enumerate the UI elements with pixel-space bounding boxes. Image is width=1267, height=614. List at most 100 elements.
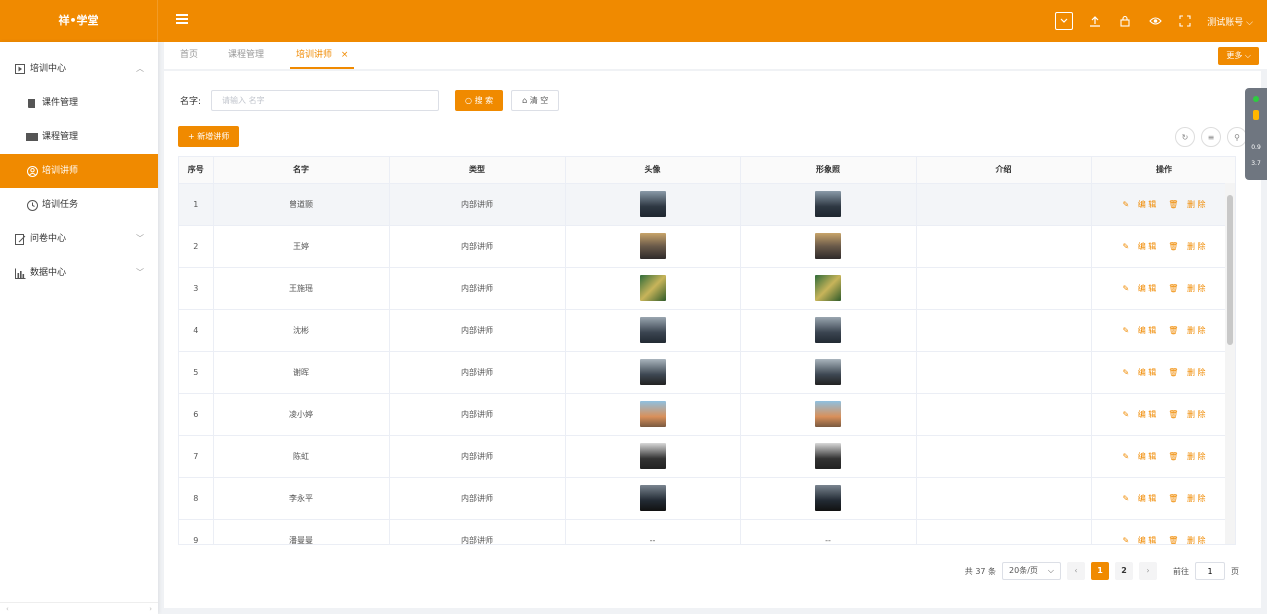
- table-row[interactable]: 3 王施瑶 内部讲师 ✎ 编 辑 🗑 删 除: [179, 267, 1235, 310]
- avatar-image: [639, 317, 666, 343]
- col-header: 介绍: [916, 157, 1092, 184]
- table-row[interactable]: 6 凌小婷 内部讲师 ✎ 编 辑 🗑 删 除: [179, 393, 1235, 436]
- search-button-label: 搜 索: [474, 95, 494, 105]
- page-1-button[interactable]: 1: [1091, 562, 1109, 580]
- table-row[interactable]: 9 潘曼曼 内部讲师 -- -- ✎ 编 辑 🗑 删 除: [179, 519, 1235, 545]
- edit-icon: ✎: [1122, 325, 1130, 335]
- delete-button[interactable]: 🗑 删 除: [1165, 242, 1208, 251]
- lock-icon[interactable]: [1117, 13, 1133, 29]
- sidebar-item-course[interactable]: 课程管理: [0, 120, 158, 154]
- trash-icon: 🗑: [1168, 241, 1179, 251]
- table-row[interactable]: 5 谢晖 内部讲师 ✎ 编 辑 🗑 删 除: [179, 351, 1235, 394]
- tab-lecturer[interactable]: 培训讲师 ×: [290, 42, 355, 69]
- sidebar-item-training-center[interactable]: 培训中心 ︿: [0, 52, 158, 86]
- dropdown-box-icon[interactable]: [1055, 12, 1074, 30]
- col-header: 头像: [565, 157, 741, 184]
- arrow-right-icon[interactable]: ›: [149, 605, 152, 613]
- cell-photo: --: [740, 519, 917, 544]
- table-scrollbar[interactable]: [1225, 183, 1235, 544]
- account-menu[interactable]: 测试账号 ⌵: [1207, 15, 1253, 28]
- tab-home[interactable]: 首页: [180, 42, 198, 69]
- clear-button[interactable]: ⌂ 清 空: [511, 89, 560, 111]
- cell-name: 谢晖: [213, 351, 390, 394]
- edit-button[interactable]: ✎ 编 辑: [1119, 410, 1159, 419]
- status-float-widget[interactable]: 0.9 3.7: [1245, 88, 1267, 180]
- photo-image: [815, 317, 841, 343]
- more-label: 更多: [1226, 51, 1243, 60]
- delete-button[interactable]: 🗑 删 除: [1165, 368, 1208, 377]
- trash-icon: 🗑: [1168, 493, 1179, 503]
- tabs-bar: 首页 课程管理 培训讲师 × 更多 ⌵: [164, 42, 1267, 69]
- close-icon[interactable]: ×: [341, 50, 349, 60]
- table-row[interactable]: 1 曾道颢 内部讲师 ✎ 编 辑 🗑 删 除: [179, 183, 1235, 226]
- sidebar-item-data[interactable]: 数据中心 ﹀: [0, 256, 158, 290]
- delete-label: 删 除: [1186, 451, 1206, 461]
- goto-label: 前往: [1173, 566, 1189, 576]
- edit-button[interactable]: ✎ 编 辑: [1119, 368, 1159, 377]
- cell-intro: [916, 393, 1092, 436]
- delete-button[interactable]: 🗑 删 除: [1165, 494, 1208, 503]
- edit-button[interactable]: ✎ 编 辑: [1119, 326, 1159, 335]
- col-header: 类型: [389, 157, 566, 184]
- edit-label: 编 辑: [1137, 283, 1157, 293]
- refresh-icon[interactable]: ↻: [1175, 127, 1195, 147]
- arrow-left-icon[interactable]: ‹: [6, 605, 9, 613]
- add-lecturer-button[interactable]: + 新增讲师: [178, 126, 240, 147]
- delete-button[interactable]: 🗑 删 除: [1165, 536, 1208, 545]
- cell-ops: ✎ 编 辑 🗑 删 除: [1091, 477, 1235, 520]
- cell-name: 沈彬: [213, 309, 390, 352]
- table-row[interactable]: 7 陈虹 内部讲师 ✎ 编 辑 🗑 删 除: [179, 435, 1235, 478]
- col-header: 形象照: [740, 157, 917, 184]
- search-button[interactable]: ○ 搜 索: [455, 89, 504, 111]
- edit-button[interactable]: ✎ 编 辑: [1119, 242, 1159, 251]
- prev-page-button[interactable]: ‹: [1067, 562, 1085, 580]
- upload-icon[interactable]: [1087, 13, 1103, 29]
- goto-page-input[interactable]: [1195, 562, 1225, 580]
- tab-course[interactable]: 课程管理: [228, 42, 264, 69]
- page-size-select[interactable]: 20条/页 ⌵: [1002, 562, 1061, 580]
- name-search-input[interactable]: [211, 89, 440, 111]
- delete-button[interactable]: 🗑 删 除: [1165, 410, 1208, 419]
- cell-ops: ✎ 编 辑 🗑 删 除: [1091, 519, 1235, 545]
- cell-photo: [740, 225, 917, 268]
- eye-icon[interactable]: [1147, 13, 1163, 29]
- more-button[interactable]: 更多 ⌵: [1218, 47, 1259, 65]
- sidebar-scrollbar[interactable]: ‹ ›: [0, 602, 158, 614]
- sidebar-item-label: 培训任务: [42, 200, 79, 210]
- table-row[interactable]: 2 王婷 内部讲师 ✎ 编 辑 🗑 删 除: [179, 225, 1235, 268]
- delete-button[interactable]: 🗑 删 除: [1165, 452, 1208, 461]
- sidebar-item-survey[interactable]: 问卷中心 ﹀: [0, 222, 158, 256]
- green-status-dot: [1253, 96, 1259, 102]
- table-row[interactable]: 8 李永平 内部讲师 ✎ 编 辑 🗑 删 除: [179, 477, 1235, 520]
- avatar-empty: --: [649, 535, 656, 545]
- photo-image: [815, 485, 841, 511]
- edit-button[interactable]: ✎ 编 辑: [1119, 200, 1159, 209]
- columns-icon[interactable]: ≡: [1201, 127, 1221, 147]
- sidebar-item-lecturer[interactable]: 培训讲师: [0, 154, 158, 188]
- cell-name: 潘曼曼: [213, 519, 390, 544]
- cell-photo: [740, 309, 917, 352]
- cell-name: 王施瑶: [213, 267, 390, 310]
- next-page-button[interactable]: ›: [1139, 562, 1157, 580]
- lecturer-table: 序号 名字 类型 头像 形象照 介绍 操作 1 曾道颢 内部讲师 ✎ 编 辑 🗑 删 除…: [178, 156, 1236, 545]
- edit-button[interactable]: ✎ 编 辑: [1119, 284, 1159, 293]
- cell-intro: [916, 519, 1092, 544]
- scroll-thumb[interactable]: [1227, 195, 1233, 345]
- delete-label: 删 除: [1186, 367, 1206, 377]
- sidebar-item-task[interactable]: 培训任务: [0, 188, 158, 222]
- page-2-button[interactable]: 2: [1115, 562, 1133, 580]
- edit-button[interactable]: ✎ 编 辑: [1119, 536, 1159, 545]
- table-row[interactable]: 4 沈彬 内部讲师 ✎ 编 辑 🗑 删 除: [179, 309, 1235, 352]
- cell-name: 陈虹: [213, 435, 390, 478]
- delete-button[interactable]: 🗑 删 除: [1165, 200, 1208, 209]
- edit-button[interactable]: ✎ 编 辑: [1119, 452, 1159, 461]
- sidebar-item-courseware[interactable]: 课件管理: [0, 86, 158, 120]
- delete-button[interactable]: 🗑 删 除: [1165, 284, 1208, 293]
- cell-name: 凌小婷: [213, 393, 390, 436]
- cell-type: 内部讲师: [389, 225, 566, 268]
- delete-button[interactable]: 🗑 删 除: [1165, 326, 1208, 335]
- menu-toggle-icon[interactable]: [176, 14, 188, 24]
- edit-button[interactable]: ✎ 编 辑: [1119, 494, 1159, 503]
- search-toggle-icon[interactable]: ⚲: [1227, 127, 1247, 147]
- fullscreen-icon[interactable]: [1177, 13, 1193, 29]
